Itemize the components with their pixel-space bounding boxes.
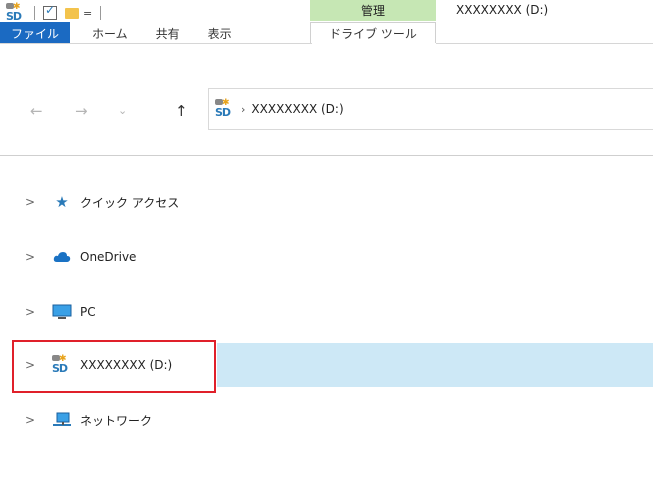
expand-chevron-icon[interactable]: > [25, 195, 35, 209]
tree-item-label: OneDrive [80, 250, 137, 264]
tab-share[interactable]: 共有 [142, 22, 194, 44]
tab-drive-tools[interactable]: ドライブ ツール [310, 22, 436, 44]
back-arrow-icon[interactable]: ← [30, 102, 43, 120]
expand-chevron-icon[interactable]: > [25, 250, 35, 264]
navigation-bar: ← → ⌄ ↑ ✱ SD › XXXXXXXX (D:) [0, 88, 653, 132]
tab-view[interactable]: 表示 [194, 22, 246, 44]
sd-card-drive-icon: ✱ SD [215, 98, 231, 119]
expand-chevron-icon[interactable]: > [25, 305, 35, 319]
tree-item-label: クイック アクセス [80, 195, 180, 210]
title-bar: ✱ SD ✓ = 管理 XXXXXXXX (D:) ファイル ホーム 共有 表示 … [0, 0, 653, 44]
context-group-manage: 管理 [310, 0, 436, 21]
annotation-highlight-box [12, 340, 216, 393]
tree-item-network[interactable]: > ネットワーク [0, 398, 653, 442]
recent-locations-chevron-icon[interactable]: ⌄ [118, 104, 127, 117]
quick-access-toolbar: ✱ SD ✓ = [6, 2, 105, 23]
forward-arrow-icon[interactable]: → [75, 102, 88, 120]
onedrive-cloud-icon [52, 248, 72, 266]
network-icon [52, 411, 72, 429]
up-arrow-icon[interactable]: ↑ [175, 102, 188, 120]
quick-access-star-icon: ★ [55, 193, 69, 211]
tree-item-label: PC [80, 305, 96, 319]
qat-separator [34, 6, 35, 20]
tree-item-quick-access[interactable]: > ★ クイック アクセス [0, 180, 653, 224]
qat-customize-dropdown[interactable]: = [83, 7, 92, 20]
new-folder-icon[interactable] [65, 7, 79, 19]
tree-item-pc[interactable]: > PC [0, 290, 653, 334]
tree-item-onedrive[interactable]: > OneDrive [0, 235, 653, 279]
address-path[interactable]: XXXXXXXX (D:) [251, 102, 343, 116]
tab-home[interactable]: ホーム [70, 22, 142, 44]
pane-divider [0, 155, 653, 156]
address-bar[interactable]: ✱ SD › XXXXXXXX (D:) [208, 88, 653, 130]
expand-chevron-icon[interactable]: > [25, 413, 35, 427]
ribbon-tabs: ファイル ホーム 共有 表示 ドライブ ツール [0, 22, 436, 44]
qat-separator [100, 6, 102, 20]
pc-monitor-icon [52, 303, 72, 321]
window-title: XXXXXXXX (D:) [456, 3, 549, 17]
breadcrumb-chevron-icon[interactable]: › [241, 103, 245, 116]
properties-checkmark-icon[interactable]: ✓ [43, 3, 57, 20]
tab-file[interactable]: ファイル [0, 22, 70, 44]
selection-highlight [217, 343, 653, 387]
tree-item-label: ネットワーク [80, 413, 153, 428]
sd-card-drive-icon: ✱ SD [6, 2, 22, 23]
